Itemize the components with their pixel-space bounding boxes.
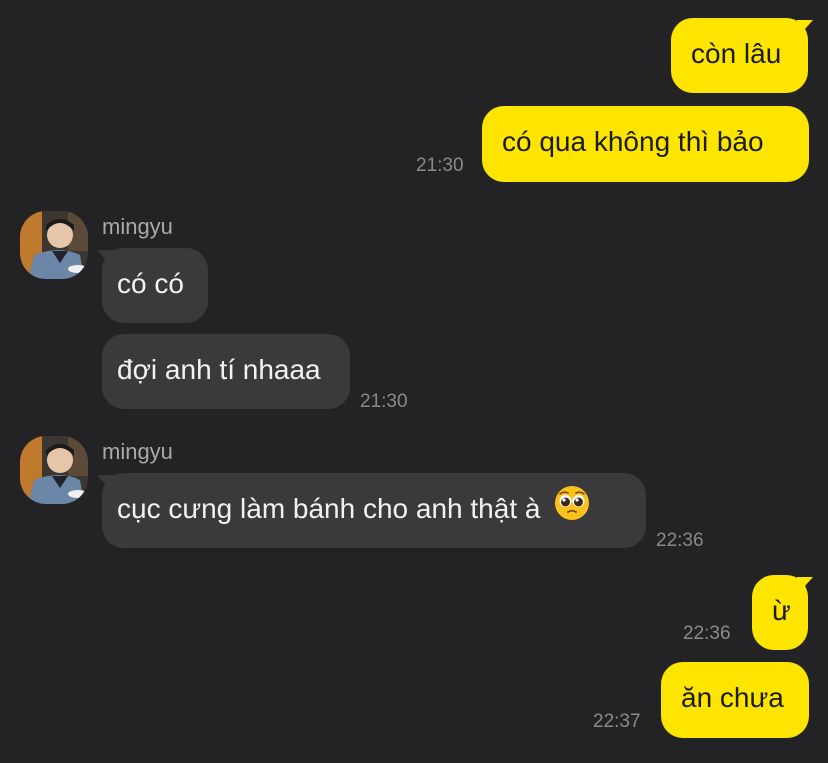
pleading-face-emoji-icon	[554, 485, 590, 526]
message-text: đợi anh tí nhaaa	[117, 354, 321, 385]
outgoing-message-bubble[interactable]: có qua không thì bảo	[482, 106, 809, 182]
message-timestamp: 21:30	[360, 391, 408, 412]
message-timestamp: 21:30	[416, 155, 464, 176]
outgoing-message-bubble[interactable]: ừ	[752, 575, 813, 650]
incoming-message-bubble[interactable]: có có	[97, 248, 208, 323]
incoming-message-bubble[interactable]: đợi anh tí nhaaa	[102, 334, 350, 409]
message-text: cục cưng làm bánh cho anh thật à	[117, 493, 541, 524]
message-text: ừ	[772, 595, 791, 626]
profile-photo-icon	[20, 436, 88, 504]
outgoing-message-bubble[interactable]: ăn chưa	[661, 662, 809, 738]
message-text: còn lâu	[691, 38, 782, 69]
message-text: ăn chưa	[681, 682, 784, 713]
message-timestamp: 22:37	[593, 711, 641, 732]
incoming-message-bubble[interactable]: cục cưng làm bánh cho anh thật à	[97, 473, 646, 548]
profile-photo-icon	[20, 211, 88, 279]
avatar[interactable]	[20, 436, 88, 504]
outgoing-message-bubble[interactable]: còn lâu	[671, 18, 813, 93]
avatar[interactable]	[20, 211, 88, 279]
message-timestamp: 22:36	[683, 623, 731, 644]
sender-name: mingyu	[102, 214, 173, 239]
message-text: có có	[117, 268, 184, 299]
message-timestamp: 22:36	[656, 530, 704, 551]
sender-name: mingyu	[102, 439, 173, 464]
message-text: có qua không thì bảo	[502, 126, 764, 157]
